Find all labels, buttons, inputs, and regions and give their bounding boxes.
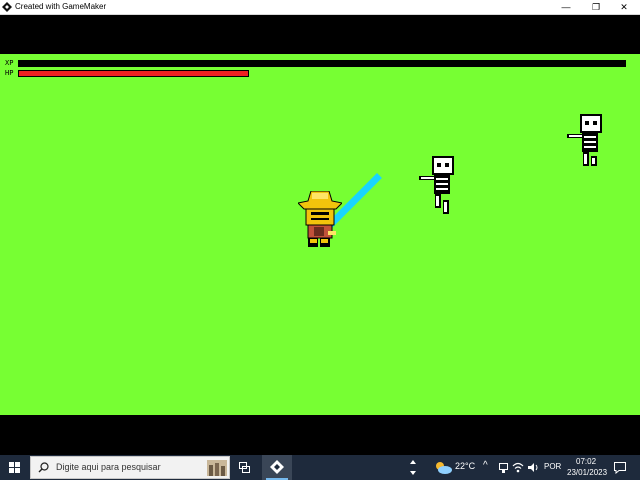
window-title-bar[interactable]: Created with GameMaker — ❐ ✕ xyxy=(0,0,640,15)
taskbar: Digite aqui para pesquisar 22°C ^ POR 07… xyxy=(0,455,640,480)
search-highlight-icon xyxy=(207,460,227,476)
network-device-icon[interactable] xyxy=(499,463,508,473)
skeleton-enemy-sprite xyxy=(567,114,602,166)
search-icon xyxy=(38,462,49,473)
skeleton-enemy-sprite xyxy=(419,156,454,214)
xp-bar xyxy=(18,60,626,67)
xp-label: XP xyxy=(5,59,14,67)
task-view-icon[interactable] xyxy=(239,462,251,473)
search-input[interactable]: Digite aqui para pesquisar xyxy=(30,456,230,479)
letterbox-top xyxy=(0,15,640,54)
gamemaker-icon xyxy=(270,460,284,474)
game-viewport[interactable]: XP HP xyxy=(0,54,640,415)
scroll-indicator-icon xyxy=(410,460,416,475)
speaker-icon[interactable] xyxy=(528,462,539,473)
clock-time[interactable]: 07:02 xyxy=(576,457,596,466)
weather-temp[interactable]: 22°C xyxy=(455,461,475,471)
gamemaker-taskbar-button[interactable] xyxy=(262,455,292,480)
search-placeholder: Digite aqui para pesquisar xyxy=(56,462,161,472)
windows-icon[interactable] xyxy=(9,462,20,473)
close-button[interactable]: ✕ xyxy=(608,0,640,14)
minimize-button[interactable]: — xyxy=(550,0,582,14)
player-knight-sprite xyxy=(298,191,342,247)
hp-bar xyxy=(18,70,626,77)
cloud-sun-icon[interactable] xyxy=(434,461,452,474)
window-title: Created with GameMaker xyxy=(15,2,107,11)
letterbox-bottom xyxy=(0,415,640,455)
clock-date[interactable]: 23/01/2023 xyxy=(567,468,607,477)
gamemaker-icon xyxy=(2,2,12,12)
wifi-icon[interactable] xyxy=(512,462,524,473)
hp-bar-fill xyxy=(18,70,250,77)
chevron-up-icon[interactable]: ^ xyxy=(483,460,488,471)
notifications-icon[interactable] xyxy=(614,462,626,474)
language-indicator[interactable]: POR xyxy=(544,462,561,471)
hp-label: HP xyxy=(5,69,14,77)
